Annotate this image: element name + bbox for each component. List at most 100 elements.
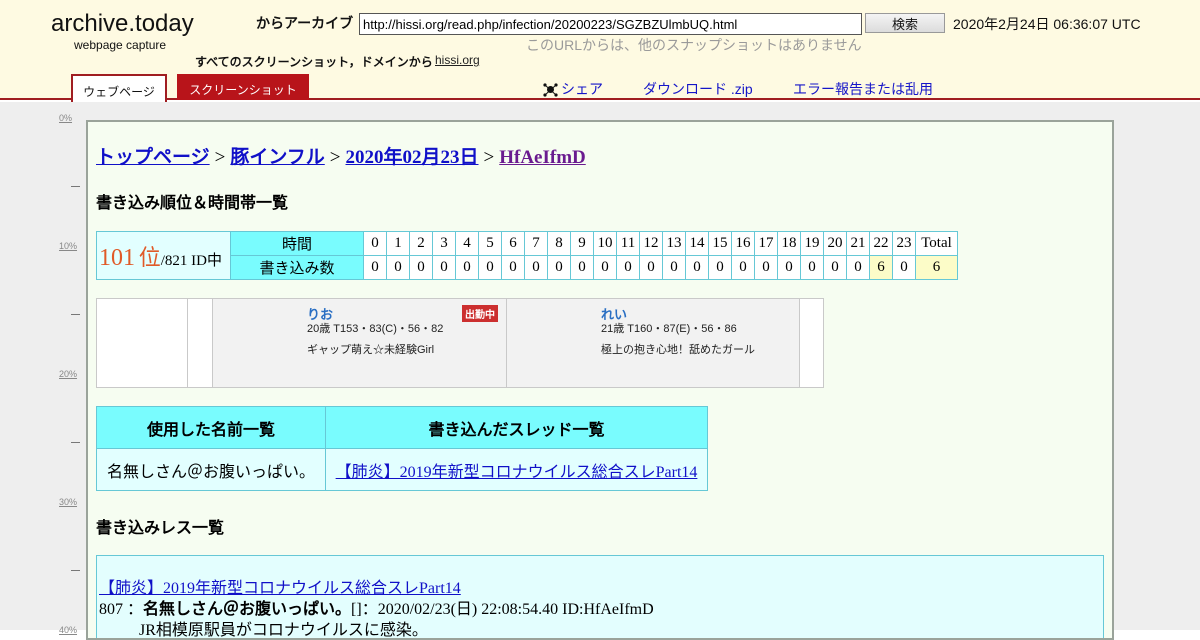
archive-header: archive.today webpage capture からアーカイブ 検索… bbox=[0, 0, 1200, 102]
hour-cell: 23 bbox=[892, 231, 916, 256]
count-cell: 0 bbox=[685, 255, 709, 280]
name-cell: 名無しさん＠お腹いっぱい。 bbox=[96, 448, 326, 491]
rank-number: 101 bbox=[99, 244, 135, 271]
count-cell: 0 bbox=[846, 255, 870, 280]
hour-cell: 19 bbox=[800, 231, 824, 256]
hourly-stats-table: 101 位/821 ID中 時間 0 1 2 3 4 5 6 7 8 9 10 … bbox=[96, 231, 958, 280]
captured-page: トップページ > 豚インフル >2020年02月23日 > HfAeIfmD 書き込み順位… bbox=[86, 120, 1114, 640]
count-cell: 0 bbox=[754, 255, 778, 280]
count-cell: 0 bbox=[662, 255, 686, 280]
hour-cell: 5 bbox=[478, 231, 502, 256]
search-button[interactable]: 検索 bbox=[865, 13, 945, 33]
ad-spec: 21歳 T160・87(E)・56・86 bbox=[601, 323, 737, 335]
count-cell: 0 bbox=[432, 255, 456, 280]
ruler-label[interactable]: 30% bbox=[59, 497, 77, 507]
breadcrumb-separator: > bbox=[329, 147, 341, 168]
hour-cell: 11 bbox=[616, 231, 640, 256]
archive-from-label: からアーカイブ bbox=[256, 15, 354, 31]
url-input[interactable] bbox=[359, 13, 862, 35]
hour-cell: 16 bbox=[731, 231, 755, 256]
hour-cell: 21 bbox=[846, 231, 870, 256]
breadcrumb-board-link[interactable]: 豚インフル bbox=[230, 147, 324, 168]
rank-unit: 位 bbox=[138, 244, 161, 270]
count-cell: 0 bbox=[731, 255, 755, 280]
hour-cell: 7 bbox=[524, 231, 548, 256]
ruler-label[interactable]: 0% bbox=[59, 113, 72, 123]
hour-cell: 3 bbox=[432, 231, 456, 256]
ad-desc: ギャップ萌え☆未経験Girl bbox=[307, 344, 435, 356]
post-body: JR相模原駅員がコロナウイルスに感染。 bbox=[139, 622, 428, 639]
count-cell: 0 bbox=[639, 255, 663, 280]
hour-cell: 14 bbox=[685, 231, 709, 256]
hour-cell: 20 bbox=[823, 231, 847, 256]
posts-heading: 書き込みレス一覧 bbox=[96, 520, 225, 537]
hour-cell: 13 bbox=[662, 231, 686, 256]
ruler-tick bbox=[71, 186, 80, 187]
hour-cell: 1 bbox=[386, 231, 410, 256]
tab-screenshot[interactable]: スクリーンショット bbox=[177, 74, 309, 100]
report-abuse-link[interactable]: エラー報告または乱用 bbox=[793, 79, 933, 99]
count-cell: 0 bbox=[708, 255, 732, 280]
ruler-tick bbox=[71, 314, 80, 315]
thread-cell: 【肺炎】2019年新型コロナウイルス総合スレPart14 bbox=[325, 448, 708, 491]
hour-cell: 10 bbox=[593, 231, 617, 256]
logo-subtitle: webpage capture bbox=[74, 38, 167, 52]
ad-card[interactable]: りお 出勤中 20歳 T153・83(C)・56・82 ギャップ萌え☆未経験Gi… bbox=[212, 299, 506, 387]
breadcrumb-top-link[interactable]: トップページ bbox=[96, 147, 210, 168]
names-threads-table: 使用した名前一覧 書き込んだスレッド一覧 名無しさん＠お腹いっぱい。 【肺炎】2… bbox=[96, 406, 708, 491]
hour-cell: 6 bbox=[501, 231, 525, 256]
hour-cell: 18 bbox=[777, 231, 801, 256]
breadcrumb-date-link[interactable]: 2020年02月23日 bbox=[346, 147, 479, 168]
count-label: 書き込み数 bbox=[230, 255, 364, 280]
hour-cell: 22 bbox=[869, 231, 893, 256]
hour-cell: 2 bbox=[409, 231, 433, 256]
count-cell: 0 bbox=[823, 255, 847, 280]
ruler-tick bbox=[71, 442, 80, 443]
post-number[interactable]: 807 bbox=[99, 601, 123, 618]
hours-row: 101 位/821 ID中 時間 0 1 2 3 4 5 6 7 8 9 10 … bbox=[96, 231, 958, 280]
capture-date: 2020年2月24日 06:36:07 UTC bbox=[953, 16, 1141, 32]
total-label: Total bbox=[915, 231, 958, 256]
domain-link[interactable]: hissi.org bbox=[435, 53, 480, 67]
hour-cell: 0 bbox=[363, 231, 387, 256]
ruler-tick bbox=[71, 570, 80, 571]
rank-cell: 101 位/821 ID中 bbox=[96, 231, 231, 280]
count-cell: 0 bbox=[593, 255, 617, 280]
tab-webpage[interactable]: ウェブページ bbox=[71, 74, 167, 102]
share-link[interactable]: シェア bbox=[543, 79, 603, 100]
hours-label: 時間 bbox=[230, 231, 364, 256]
ad-divider bbox=[187, 299, 188, 387]
hour-cell: 17 bbox=[754, 231, 778, 256]
hour-cell: 12 bbox=[639, 231, 663, 256]
ad-badge: 出勤中 bbox=[462, 305, 498, 322]
download-zip-link[interactable]: ダウンロード .zip bbox=[643, 79, 753, 99]
total-count: 6 bbox=[915, 255, 958, 280]
hour-cell: 15 bbox=[708, 231, 732, 256]
hour-cell: 4 bbox=[455, 231, 479, 256]
breadcrumb-separator: > bbox=[483, 147, 495, 168]
hour-cell: 9 bbox=[570, 231, 594, 256]
count-cell: 0 bbox=[800, 255, 824, 280]
ruler-label[interactable]: 20% bbox=[59, 369, 77, 379]
breadcrumb-id-link[interactable]: HfAeIfmD bbox=[499, 147, 586, 168]
ad-desc: 極上の抱き心地！舐めたガール bbox=[601, 344, 755, 356]
count-cell: 0 bbox=[570, 255, 594, 280]
ruler-label[interactable]: 10% bbox=[59, 241, 77, 251]
count-cell: 0 bbox=[386, 255, 410, 280]
thread-link[interactable]: 【肺炎】2019年新型コロナウイルス総合スレPart14 bbox=[336, 464, 698, 481]
ad-card[interactable]: れい 21歳 T160・87(E)・56・86 極上の抱き心地！舐めたガール bbox=[506, 299, 800, 387]
count-cell: 0 bbox=[501, 255, 525, 280]
no-other-snapshots-text: このURLからは、他のスナップショットはありません bbox=[526, 37, 862, 53]
threads-header: 書き込んだスレッド一覧 bbox=[325, 406, 708, 449]
share-icon bbox=[543, 82, 558, 100]
ruler-label[interactable]: 40% bbox=[59, 625, 77, 635]
ranking-heading: 書き込み順位＆時間帯一覧 bbox=[96, 195, 289, 212]
count-cell: 0 bbox=[777, 255, 801, 280]
count-cell: 0 bbox=[547, 255, 571, 280]
count-cell: 0 bbox=[524, 255, 548, 280]
ad-banner[interactable]: りお 出勤中 20歳 T153・83(C)・56・82 ギャップ萌え☆未経験Gi… bbox=[96, 298, 824, 388]
count-cell: 0 bbox=[616, 255, 640, 280]
count-cell-highlight: 6 bbox=[869, 255, 893, 280]
archive-logo[interactable]: archive.today bbox=[51, 10, 194, 38]
count-cell: 0 bbox=[892, 255, 916, 280]
